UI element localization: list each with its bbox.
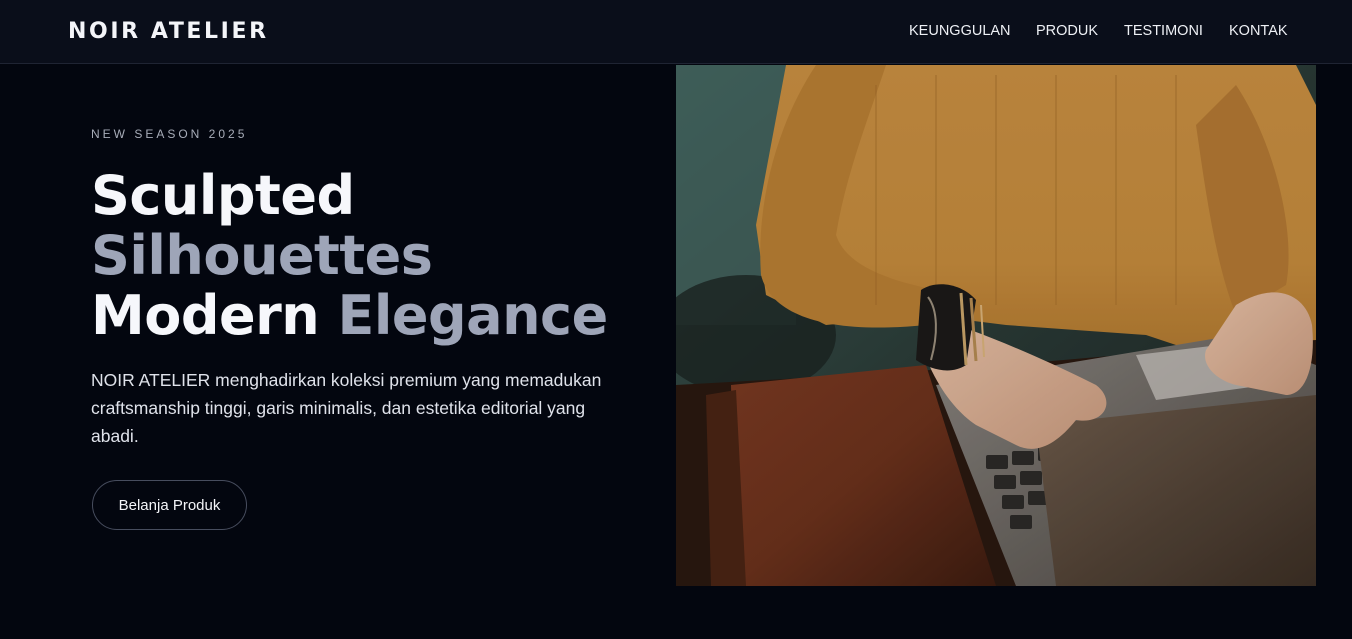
nav-link-keunggulan[interactable]: KEUNGGULAN	[909, 23, 1011, 39]
nav-link-kontak[interactable]: KONTAK	[1229, 23, 1288, 39]
nav-link-produk[interactable]: PRODUK	[1036, 23, 1098, 39]
main-nav: KEUNGGULAN PRODUK TESTIMONI KONTAK	[0, 23, 1352, 43]
hero-eyebrow: NEW SEASON 2025	[91, 127, 248, 141]
shop-products-button[interactable]: Belanja Produk	[92, 480, 247, 530]
headline-word-sculpted: Sculpted	[91, 164, 355, 227]
headline-word-silhouettes: Silhouettes	[91, 224, 433, 287]
hero-headline: Sculpted Silhouettes Modern Elegance	[91, 166, 671, 346]
nav-link-testimoni[interactable]: TESTIMONI	[1124, 23, 1203, 39]
hero-description: NOIR ATELIER menghadirkan koleksi premiu…	[91, 370, 602, 446]
headline-word-elegance: Elegance	[337, 284, 609, 347]
site-header: NOIR ATELIER KEUNGGULAN PRODUK TESTIMONI…	[0, 0, 1352, 64]
headline-word-modern: Modern	[91, 284, 320, 347]
hero-image	[676, 65, 1316, 586]
